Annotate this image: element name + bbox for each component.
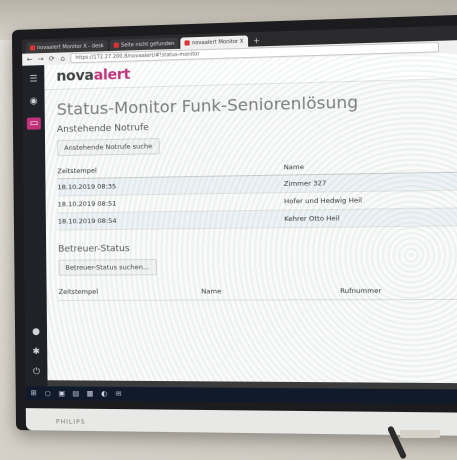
main-content: novaalert Status-Monitor Funk-Seniorenlö… <box>44 52 457 390</box>
browser-tab-active[interactable]: novaalert Monitor X <box>180 35 248 49</box>
gear-icon[interactable]: ✱ <box>29 346 43 358</box>
monitor-icon[interactable]: ▭ <box>26 117 41 130</box>
search-betreuer-button[interactable]: Betreuer-Status suchen... <box>58 259 157 276</box>
taskbar: ⊞ ○ ▣ ▤ ▦ ◐ ✉ <box>25 386 457 405</box>
logo: novaalert <box>56 66 131 85</box>
mail-icon[interactable]: ✉ <box>114 390 122 398</box>
favicon-icon <box>113 42 119 48</box>
back-icon[interactable]: ← <box>26 55 33 63</box>
monitor-stand <box>400 430 440 438</box>
new-tab-icon[interactable]: + <box>250 35 263 47</box>
folder-icon[interactable]: ▤ <box>72 389 80 397</box>
windows-start-icon[interactable]: ⊞ <box>30 389 38 397</box>
name-cell: Kehrer Otto Heil <box>284 207 457 228</box>
column-header[interactable]: Zeitstempel <box>58 283 202 301</box>
favicon-icon <box>184 40 190 46</box>
user-icon[interactable]: ● <box>29 326 43 338</box>
search-icon[interactable]: ○ <box>44 389 52 397</box>
column-header[interactable]: Name <box>201 282 341 301</box>
betreuer-table: Zeitstempel Name Rufnummer <box>58 282 457 301</box>
task-view-icon[interactable]: ▣ <box>58 389 66 397</box>
column-header[interactable]: Rufnummer <box>340 282 457 300</box>
home-icon[interactable]: ⌂ <box>59 54 66 62</box>
section-title-notrufe: Anstehende Notrufe <box>56 122 149 136</box>
menu-icon[interactable]: ☰ <box>26 73 40 85</box>
app: ☰ ◉ ▭ ● ✱ ⏻ novaalert Status-Monitor Fun… <box>22 52 457 390</box>
reload-icon[interactable]: ⟳ <box>48 55 55 63</box>
screen: novaalert Monitor X - desk Seite nicht g… <box>21 24 457 405</box>
notrufe-table: Zeitstempel Name 18.10.2019 08:35 Zimmer… <box>57 156 457 231</box>
timestamp-cell: 18.10.2019 08:54 <box>57 210 285 231</box>
browser-icon[interactable]: ◐ <box>100 390 108 398</box>
eye-icon[interactable]: ◉ <box>27 95 41 107</box>
section-title-betreuer: Betreuer-Status <box>58 243 130 255</box>
search-notrufe-button[interactable]: Anstehende Notrufe suche <box>57 137 160 157</box>
browser-tab[interactable]: Seite nicht gefunden <box>109 37 179 52</box>
forward-icon[interactable]: → <box>37 55 44 63</box>
page-title: Status-Monitor Funk-Seniorenlösung <box>56 92 359 119</box>
favicon-icon <box>30 45 36 51</box>
monitor: novaalert Monitor X - desk Seite nicht g… <box>11 14 457 436</box>
name-cell: Hofer und Hedwig Heil <box>283 189 457 211</box>
store-icon[interactable]: ▦ <box>86 390 94 398</box>
power-icon[interactable]: ⏻ <box>29 366 43 378</box>
brand-label: PHILIPS <box>55 418 86 426</box>
